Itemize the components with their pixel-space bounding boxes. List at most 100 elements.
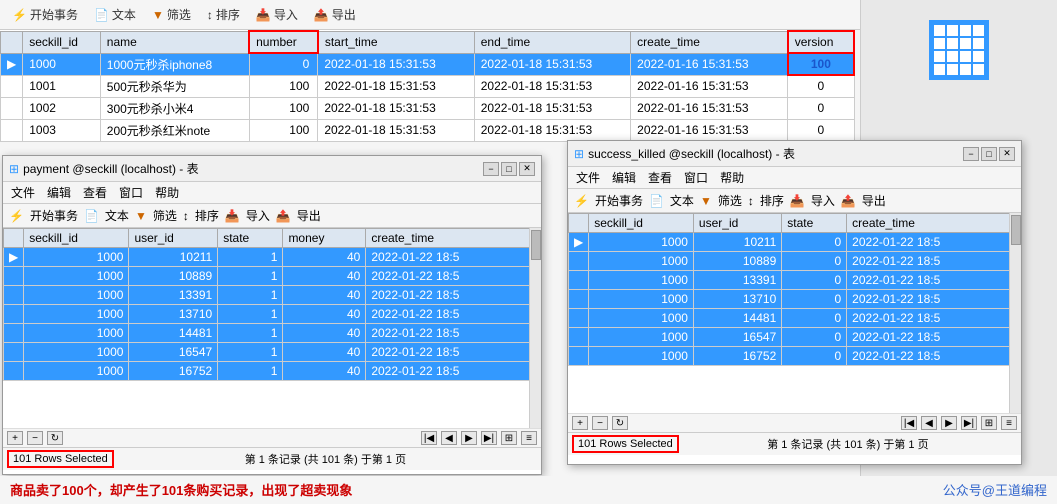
payment-window-controls: − □ ✕ [483, 162, 535, 176]
maximize-btn[interactable]: □ [501, 162, 517, 176]
cell-create_time: 2022-01-22 18:5 [366, 362, 541, 381]
sk-form-view-btn[interactable]: ≡ [1001, 416, 1017, 430]
sk-start-tx-icon: ⚡ [574, 194, 589, 208]
cell-number: 0 [249, 53, 318, 75]
import-icon: 📥 [256, 8, 271, 22]
grid-cell [973, 38, 984, 49]
sk-import-label: 导入 [811, 192, 835, 209]
cell-end_time: 2022-01-18 15:31:53 [474, 97, 630, 119]
sk-add-row-btn[interactable]: + [572, 416, 588, 430]
cell-name: 200元秒杀红米note [100, 119, 249, 141]
text-label2: 文本 [105, 207, 129, 224]
import-btn[interactable]: 📥 导入 [252, 4, 302, 25]
form-view-btn[interactable]: ≡ [521, 431, 537, 445]
add-row-btn[interactable]: + [7, 431, 23, 445]
text-icon2: 📄 [84, 209, 99, 223]
sk-last-page-btn[interactable]: ▶| [961, 416, 977, 430]
prev-page-btn[interactable]: ◀ [441, 431, 457, 445]
cell-seckill_id: 1000 [589, 233, 694, 252]
cell-name: 1000元秒杀iphone8 [100, 53, 249, 75]
cell-user_id: 16752 [693, 347, 781, 366]
text-btn[interactable]: 📄 文本 [90, 4, 140, 25]
sk-delete-row-btn[interactable]: − [592, 416, 608, 430]
grid-view-btn[interactable]: ⊞ [501, 431, 517, 445]
success-killed-window: ⊞ success_killed @seckill (localhost) - … [567, 140, 1022, 465]
export-btn[interactable]: 📤 导出 [310, 4, 360, 25]
cell-seckill_id: 1000 [24, 305, 129, 324]
delete-row-btn[interactable]: − [27, 431, 43, 445]
row-arrow [569, 290, 589, 309]
col-create-time-header: create_time [631, 31, 788, 53]
table-row: 10001654702022-01-22 18:5 [569, 328, 1021, 347]
cell-create_time: 2022-01-16 15:31:53 [631, 97, 788, 119]
payment-scrollbar-thumb [531, 230, 541, 260]
refresh-btn[interactable]: ↻ [47, 431, 63, 445]
filter-btn[interactable]: ▼ 筛选 [148, 4, 195, 25]
sk-refresh-btn[interactable]: ↻ [612, 416, 628, 430]
bottom-annotation: 商品卖了100个，却产生了101条购买记录，出现了超卖现象 公众号@王道编程 [0, 476, 1057, 504]
sk-scrollbar[interactable] [1009, 213, 1021, 413]
grid-cell [973, 51, 984, 62]
cell-state: 0 [782, 328, 847, 347]
grid-cell [947, 38, 958, 49]
cell-version: 0 [788, 97, 854, 119]
minimize-btn[interactable]: − [483, 162, 499, 176]
cell-state: 1 [218, 305, 283, 324]
grid-cell [947, 64, 958, 75]
close-btn[interactable]: ✕ [519, 162, 535, 176]
menu-edit[interactable]: 编辑 [47, 184, 71, 201]
filter-icon2: ▼ [135, 209, 147, 223]
grid-cell [934, 25, 945, 36]
start-tx-icon: ⚡ [9, 209, 24, 223]
table-row: ▶10001000元秒杀iphone802022-01-18 15:31:532… [1, 53, 855, 75]
cell-money: 40 [283, 248, 366, 267]
start-transaction-btn[interactable]: ⚡ 开始事务 [8, 4, 82, 25]
cell-start_time: 2022-01-18 15:31:53 [318, 97, 474, 119]
cell-create_time: 2022-01-22 18:5 [847, 252, 1021, 271]
sk-arrow-col [569, 214, 589, 233]
cell-create_time: 2022-01-22 18:5 [366, 343, 541, 362]
payment-col-seckill-id: seckill_id [24, 229, 129, 248]
start-transaction-icon: ⚡ [12, 8, 27, 22]
table-row: 1000133911402022-01-22 18:5 [4, 286, 541, 305]
sk-menu-edit[interactable]: 编辑 [612, 169, 636, 186]
payment-col-money: money [283, 229, 366, 248]
cell-user_id: 16547 [129, 343, 218, 362]
table-row: 1000108891402022-01-22 18:5 [4, 267, 541, 286]
sk-maximize-btn[interactable]: □ [981, 147, 997, 161]
payment-arrow-col [4, 229, 24, 248]
cell-state: 0 [782, 252, 847, 271]
sk-menu-help[interactable]: 帮助 [720, 169, 744, 186]
sk-next-page-btn[interactable]: ▶ [941, 416, 957, 430]
menu-view[interactable]: 查看 [83, 184, 107, 201]
menu-help[interactable]: 帮助 [155, 184, 179, 201]
cell-create_time: 2022-01-22 18:5 [847, 347, 1021, 366]
cell-seckill_id: 1000 [589, 309, 694, 328]
sk-col-seckill-id: seckill_id [589, 214, 694, 233]
sort-btn[interactable]: ↕ 排序 [203, 4, 244, 25]
cell-money: 40 [283, 343, 366, 362]
sk-first-page-btn[interactable]: |◀ [901, 416, 917, 430]
sk-minimize-btn[interactable]: − [963, 147, 979, 161]
table-row: ▶10001021102022-01-22 18:5 [569, 233, 1021, 252]
menu-file[interactable]: 文件 [11, 184, 35, 201]
sk-start-tx-label: 开始事务 [595, 192, 643, 209]
payment-scrollbar[interactable] [529, 228, 541, 428]
sk-prev-page-btn[interactable]: ◀ [921, 416, 937, 430]
start-tx-label: 开始事务 [30, 207, 78, 224]
cell-create_time: 2022-01-16 15:31:53 [631, 119, 788, 141]
right-panel-top [861, 0, 1057, 160]
last-page-btn[interactable]: ▶| [481, 431, 497, 445]
row-arrow [569, 252, 589, 271]
sk-menu-window[interactable]: 窗口 [684, 169, 708, 186]
sk-menu-file[interactable]: 文件 [576, 169, 600, 186]
sk-grid-view-btn[interactable]: ⊞ [981, 416, 997, 430]
next-page-btn[interactable]: ▶ [461, 431, 477, 445]
sk-col-user-id: user_id [693, 214, 781, 233]
menu-window[interactable]: 窗口 [119, 184, 143, 201]
sk-menu-view[interactable]: 查看 [648, 169, 672, 186]
sk-close-btn[interactable]: ✕ [999, 147, 1015, 161]
row-arrow [4, 305, 24, 324]
first-page-btn[interactable]: |◀ [421, 431, 437, 445]
cell-seckill_id: 1001 [23, 75, 101, 97]
